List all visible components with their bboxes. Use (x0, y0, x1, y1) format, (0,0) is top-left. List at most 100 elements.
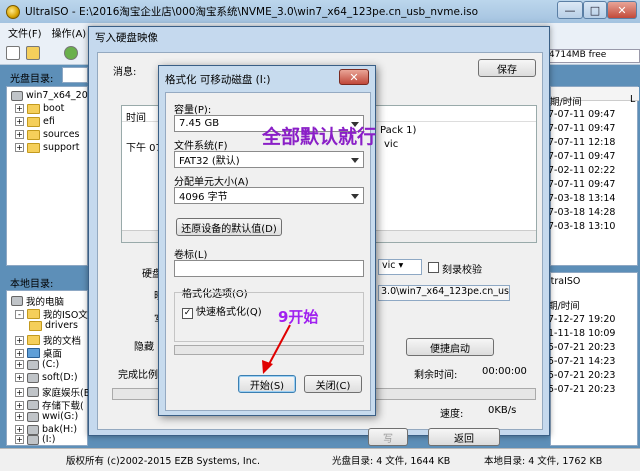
ultraiso-app-icon (6, 4, 20, 19)
col-header-time[interactable]: 时间 (126, 109, 146, 124)
menu-file[interactable]: 文件(F) (8, 25, 42, 40)
tree-item-support[interactable]: + support (15, 142, 79, 153)
tree-item-drive-g[interactable]: + wwi(G:) (15, 411, 78, 422)
new-icon[interactable] (6, 46, 20, 60)
folder-icon (27, 309, 40, 319)
menu-actions[interactable]: 操作(A) (52, 25, 87, 40)
free-space-readout: / 4714MB free (540, 49, 640, 63)
tree-item-drive-e[interactable]: + 家庭娱乐(E (15, 385, 90, 399)
disc-icon (11, 90, 23, 101)
disc-dir-tree: win7_x64_2018 + boot + efi + sources + suppo… (6, 86, 100, 266)
folder-icon (27, 103, 40, 114)
tree-item-desktop[interactable]: + 桌面 (15, 346, 62, 360)
disc-dir-status: 光盘目录: 4 文件, 1644 KB (332, 456, 451, 467)
drive-icon (27, 387, 39, 397)
col-header-l[interactable]: L (630, 94, 635, 105)
speed-label: 速度: (440, 409, 464, 420)
drive-icon (27, 434, 39, 445)
tree-item-root[interactable]: win7_x64_2018 (11, 90, 100, 101)
message-row-text: Pack 1) (380, 125, 417, 136)
format-close-button[interactable]: ✕ (339, 69, 369, 85)
file-row-time: 7-07-11 09:47 (548, 109, 616, 120)
drive-icon (27, 359, 39, 370)
speed-value: 0KB/s (488, 405, 517, 416)
folder-icon (27, 142, 40, 153)
quick-format-checkbox[interactable]: ✓ 快速格式化(Q) (182, 303, 262, 319)
volume-label-input[interactable] (174, 260, 364, 277)
tree-item-computer[interactable]: 我的电脑 (11, 294, 64, 308)
filesystem-label: 文件系统(F) (174, 141, 228, 152)
file-row-time: 7-07-11 09:47 (548, 123, 616, 134)
computer-icon (11, 296, 23, 306)
folder-icon (27, 129, 40, 140)
volume-label-label: 卷标(L) (174, 250, 208, 261)
file-row-time: 1-11-18 10:09 (548, 328, 616, 339)
message-row-text: vic (384, 139, 399, 150)
local-path: ltraISO (548, 276, 581, 287)
col-header-datetime[interactable]: 期/时间 (550, 94, 582, 108)
file-row-time: 7-03-18 13:14 (548, 193, 616, 204)
disc-dir-label: 光盘目录: (10, 74, 54, 85)
drive-icon (27, 424, 39, 435)
verify-checkbox[interactable]: 刻录校验 (428, 261, 482, 276)
tree-item-my-docs[interactable]: + 我的文档 (15, 333, 81, 347)
close-button[interactable]: ✕ (607, 1, 637, 19)
file-row-time: 7-07-11 12:18 (548, 137, 616, 148)
chevron-down-icon (351, 194, 359, 199)
maximize-button[interactable]: □ (583, 1, 607, 19)
tree-item-sources[interactable]: + sources (15, 129, 80, 140)
annotation-arrow-icon (262, 324, 291, 374)
remaining-value: 00:00:00 (482, 366, 527, 377)
format-dialog-title: 格式化 可移动磁盘 (I:) (165, 74, 271, 86)
tree-item-iso-docs[interactable]: - 我的ISO文档 (15, 307, 97, 321)
tree-item-drive-d[interactable]: + soft(D:) (15, 372, 78, 383)
file-row-time: 5-07-21 20:23 (548, 370, 616, 381)
drive-icon (27, 400, 39, 410)
disk-select[interactable]: vic ▾ (378, 259, 422, 275)
folder-icon (27, 116, 40, 127)
alloc-unit-select[interactable]: 4096 字节 (174, 187, 364, 204)
quick-boot-button[interactable]: 便捷启动 (406, 338, 494, 356)
remaining-label: 剩余时间: (414, 370, 458, 381)
file-row-time: 7-03-18 13:10 (548, 221, 616, 232)
main-titlebar: UltraISO - E:\2016淘宝企业店\000淘宝系统\NVME_3.0… (0, 0, 640, 23)
file-row-time: 7-07-11 09:47 (548, 179, 616, 190)
disc-dir-combo[interactable] (62, 67, 88, 83)
tree-item-drive-c[interactable]: + (C:) (15, 359, 59, 370)
file-row-time: 7-03-18 14:28 (548, 207, 616, 218)
file-row-time: 5-07-21 20:23 (548, 342, 616, 353)
copyright-text: 版权所有 (c)2002-2015 EZB Systems, Inc. (66, 456, 260, 467)
done-ratio-label: 完成比例 (118, 370, 158, 381)
file-row-time: 7-02-11 02:22 (548, 165, 616, 176)
write-button[interactable]: 写 (368, 428, 408, 446)
capacity-label: 容量(P): (174, 105, 212, 116)
filesystem-select[interactable]: FAT32 (默认) (174, 151, 364, 168)
tree-item-efi[interactable]: + efi (15, 116, 55, 127)
tree-item-boot[interactable]: + boot (15, 103, 64, 114)
restore-defaults-button[interactable]: 还原设备的默认值(D) (176, 218, 282, 236)
open-icon[interactable] (26, 46, 40, 60)
message-label: 消息: (113, 67, 137, 78)
drive-icon (27, 411, 39, 422)
refresh-icon[interactable] (64, 46, 78, 60)
back-button[interactable]: 返回 (428, 428, 500, 446)
minimize-button[interactable]: — (557, 1, 583, 19)
annotation-default-note: 全部默认就行 (262, 126, 377, 148)
file-row-time: 7-07-11 09:47 (548, 151, 616, 162)
close-button-format[interactable]: 关闭(C) (304, 375, 362, 393)
app-title: UltraISO - E:\2016淘宝企业店\000淘宝系统\NVME_3.0… (25, 6, 479, 18)
file-row-time: 5-07-21 14:23 (548, 356, 616, 367)
folder-icon (29, 320, 42, 331)
local-dir-status: 本地目录: 4 文件, 1762 KB (484, 456, 603, 467)
file-row-time: 7-12-27 19:20 (548, 314, 616, 325)
tree-item-drive-f[interactable]: + 存储下载( (15, 398, 84, 412)
chevron-down-icon (351, 158, 359, 163)
start-button[interactable]: 开始(S) (238, 375, 296, 393)
drive-icon (27, 372, 39, 383)
tree-item-drive-i[interactable]: + (I:) (15, 434, 55, 445)
tree-item-drivers[interactable]: drivers (29, 320, 78, 331)
col-header-datetime[interactable]: 期/时间 (548, 298, 580, 312)
statusbar: 版权所有 (c)2002-2015 EZB Systems, Inc. 光盘目录… (0, 448, 640, 471)
save-button[interactable]: 保存 (478, 59, 536, 77)
image-path-field[interactable]: 3.0\win7_x64_123pe.cn_us (378, 285, 510, 301)
